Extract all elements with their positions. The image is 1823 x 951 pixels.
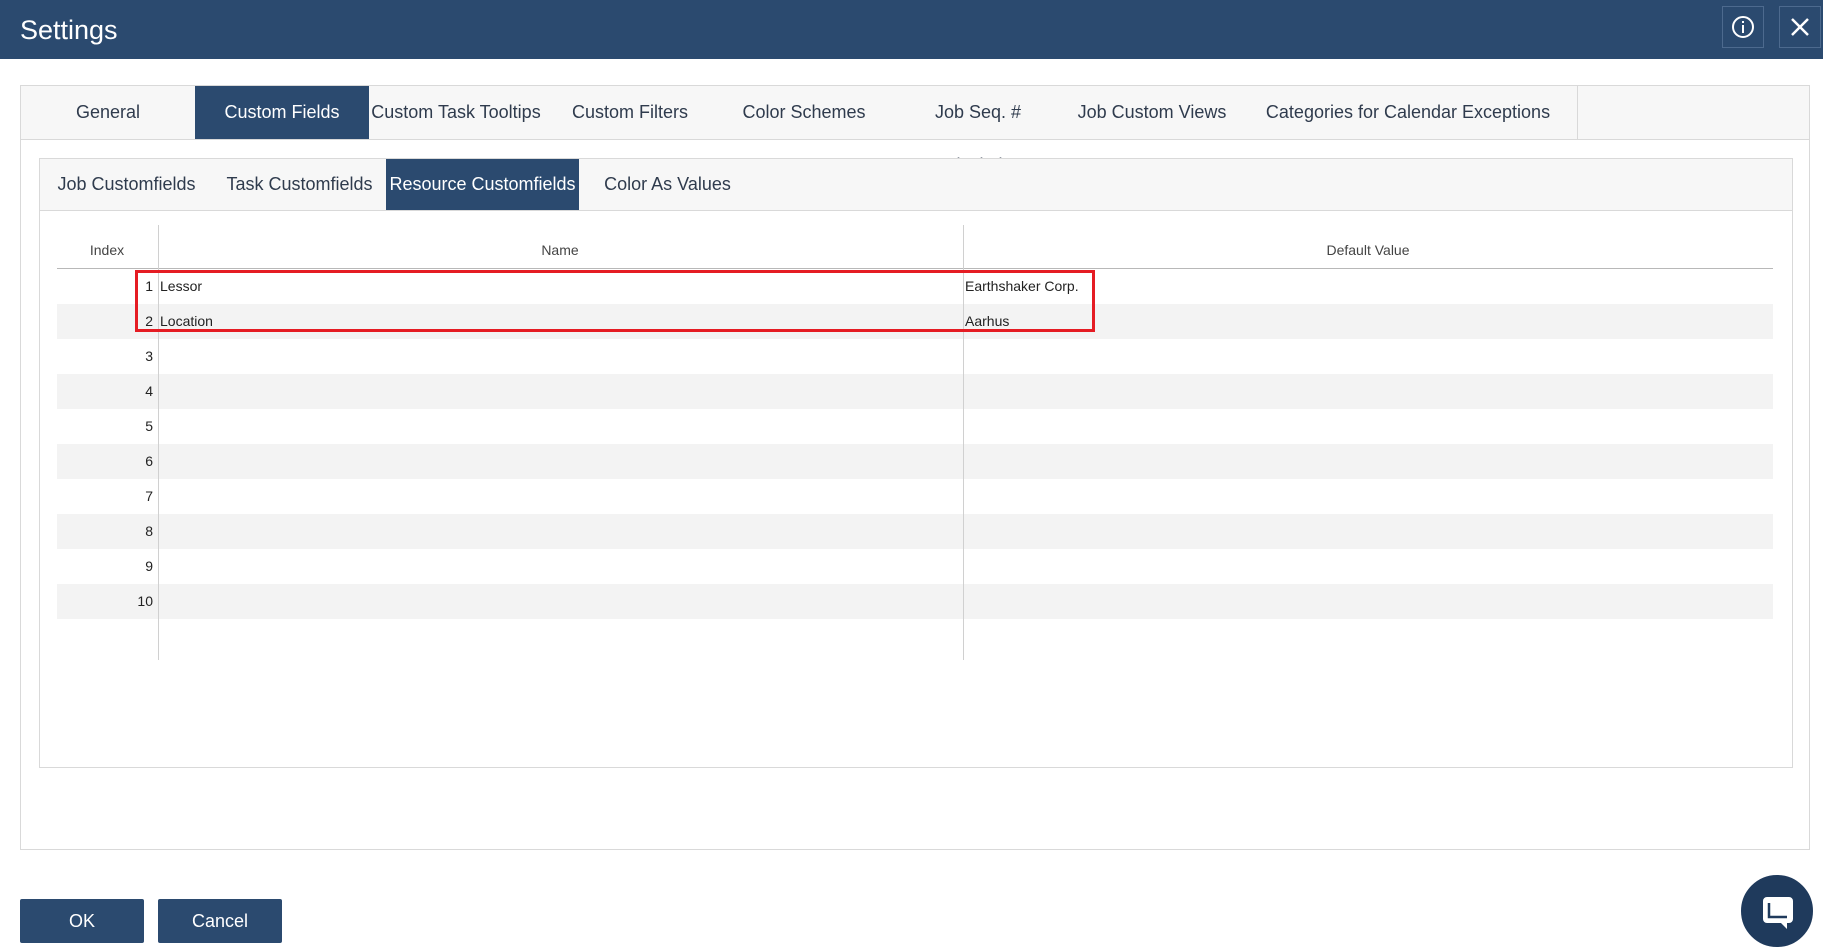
table-row[interactable]: 8 — [57, 514, 1773, 549]
column-header-name[interactable]: Name — [158, 225, 962, 268]
ok-button[interactable]: OK — [20, 899, 144, 943]
name-cell[interactable] — [160, 584, 960, 619]
column-divider — [963, 225, 964, 660]
tab-calendar-exception-categories[interactable]: Categories for Calendar Exceptions — [1239, 86, 1578, 139]
cancel-button[interactable]: Cancel — [158, 899, 282, 943]
window-title: Settings — [20, 15, 118, 45]
name-cell[interactable]: Location — [160, 304, 960, 339]
name-cell[interactable] — [160, 514, 960, 549]
name-cell[interactable]: Lessor — [160, 269, 960, 304]
table-row[interactable]: 3 — [57, 339, 1773, 374]
tab-job-custom-views[interactable]: Job Custom Views — [1065, 86, 1239, 139]
tab-job-seq-calculation[interactable]: Job Seq. # Calculation — [891, 86, 1065, 175]
table-row[interactable]: 7 — [57, 479, 1773, 514]
close-button[interactable] — [1779, 6, 1821, 48]
info-icon — [1732, 16, 1754, 38]
settings-panel: General Custom Fields Custom Task Toolti… — [20, 85, 1810, 850]
table-row[interactable]: 5 — [57, 409, 1773, 444]
name-cell[interactable] — [160, 549, 960, 584]
default-value-cell[interactable] — [965, 584, 1765, 619]
main-tab-bar: General Custom Fields Custom Task Toolti… — [21, 86, 1809, 175]
default-value-cell[interactable] — [965, 479, 1765, 514]
row-index-cell: 9 — [145, 558, 153, 574]
grid-body: 1 Lessor Earthshaker Corp. 2 Location Aarhus 3… — [57, 269, 1773, 619]
column-divider — [158, 225, 159, 660]
chat-button[interactable] — [1738, 872, 1816, 950]
tab-color-schemes[interactable]: Color Schemes — [717, 86, 891, 139]
chat-icon — [1763, 897, 1793, 929]
subtab-color-as-values[interactable]: Color As Values — [579, 159, 756, 210]
column-header-default-value[interactable]: Default Value — [963, 225, 1773, 268]
name-cell[interactable] — [160, 444, 960, 479]
title-bar: Settings — [0, 0, 1823, 59]
row-index-cell: 2 — [145, 313, 153, 329]
row-index-cell: 10 — [137, 593, 153, 609]
name-cell[interactable] — [160, 479, 960, 514]
tab-general[interactable]: General — [21, 86, 195, 139]
info-button[interactable] — [1722, 6, 1764, 48]
customfields-grid: Index Name Default Value 1 Lessor Earthsha… — [57, 225, 1773, 705]
default-value-cell[interactable] — [965, 409, 1765, 444]
row-index-cell: 1 — [145, 278, 153, 294]
name-cell[interactable] — [160, 374, 960, 409]
row-index-cell: 3 — [145, 348, 153, 364]
subtab-resource-customfields[interactable]: Resource Customfields — [386, 159, 579, 210]
table-row[interactable]: 10 — [57, 584, 1773, 619]
grid-header: Index Name Default Value — [57, 225, 1773, 269]
default-value-cell[interactable]: Aarhus — [965, 304, 1765, 339]
subtab-job-customfields[interactable]: Job Customfields — [40, 159, 213, 210]
row-index-cell: 8 — [145, 523, 153, 539]
name-cell[interactable] — [160, 409, 960, 444]
custom-fields-panel: Job Customfields Task Customfields Resou… — [39, 158, 1793, 768]
default-value-cell[interactable] — [965, 374, 1765, 409]
tab-custom-task-tooltips[interactable]: Custom Task Tooltips — [369, 86, 543, 139]
table-row[interactable]: 1 Lessor Earthshaker Corp. — [57, 269, 1773, 304]
table-row[interactable]: 4 — [57, 374, 1773, 409]
sub-tab-bar: Job Customfields Task Customfields Resou… — [40, 159, 1792, 211]
subtab-task-customfields[interactable]: Task Customfields — [213, 159, 386, 210]
table-row[interactable]: 6 — [57, 444, 1773, 479]
row-index-cell: 6 — [145, 453, 153, 469]
close-icon — [1791, 18, 1809, 36]
column-header-index[interactable]: Index — [57, 225, 157, 268]
table-row[interactable]: 2 Location Aarhus — [57, 304, 1773, 339]
default-value-cell[interactable] — [965, 444, 1765, 479]
default-value-cell[interactable] — [965, 549, 1765, 584]
table-row[interactable]: 9 — [57, 549, 1773, 584]
tab-custom-filters[interactable]: Custom Filters — [543, 86, 717, 139]
default-value-cell[interactable] — [965, 514, 1765, 549]
default-value-cell[interactable] — [965, 339, 1765, 374]
row-index-cell: 5 — [145, 418, 153, 434]
row-index-cell: 4 — [145, 383, 153, 399]
name-cell[interactable] — [160, 339, 960, 374]
row-index-cell: 7 — [145, 488, 153, 504]
tab-custom-fields[interactable]: Custom Fields — [195, 86, 369, 139]
default-value-cell[interactable]: Earthshaker Corp. — [965, 269, 1765, 304]
